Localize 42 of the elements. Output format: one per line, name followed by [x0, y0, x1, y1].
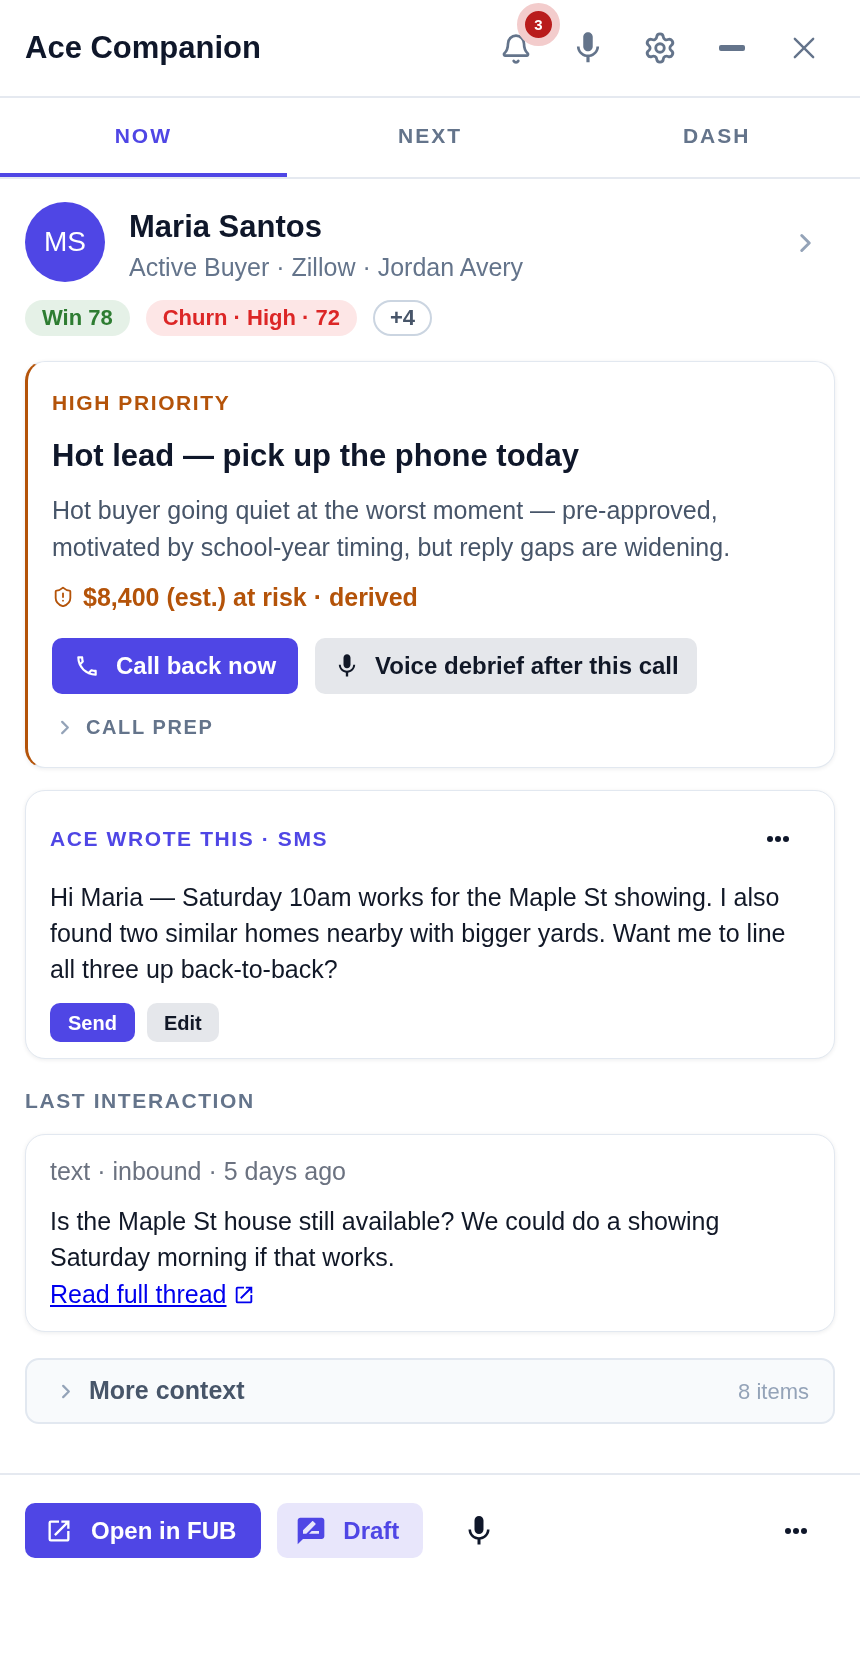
notification-badge: 3	[517, 3, 560, 46]
call-prep-toggle[interactable]: CALL PREP	[52, 713, 214, 741]
win-score-tag: Win 78	[25, 300, 130, 336]
draft-button[interactable]: Draft	[277, 1503, 424, 1558]
open-in-fub-button[interactable]: Open in FUB	[25, 1503, 262, 1558]
edit-button[interactable]: Edit	[146, 1003, 219, 1042]
send-button[interactable]: Send	[50, 1003, 135, 1042]
app-title: Ace Companion	[25, 29, 261, 67]
interaction-meta: text · inbound · 5 days ago	[50, 1156, 347, 1187]
churn-score-tag: Churn · High · 72	[145, 300, 357, 336]
interaction-message: Is the Maple St house still available? We could do a showing Saturday morning if that works.	[50, 1206, 721, 1273]
voice-debrief-button[interactable]: Voice debrief after this call	[315, 638, 697, 694]
more-context-toggle[interactable]: More context 8 items	[25, 1358, 835, 1424]
risk-amount: $8,400 (est.) at risk · derived	[83, 582, 418, 612]
call-back-button[interactable]: Call back now	[52, 638, 299, 694]
avatar: MS	[25, 202, 105, 282]
draft-label: ACE WROTE THIS · SMS	[50, 826, 329, 852]
contact-name: Maria Santos	[129, 209, 322, 245]
ellipsis-icon	[785, 1527, 807, 1534]
close-icon	[793, 37, 815, 59]
ellipsis-icon	[767, 836, 789, 842]
notifications-button[interactable]: 3	[500, 3, 560, 65]
item-count: 8 items	[738, 1377, 809, 1406]
chevron-right-icon	[60, 719, 70, 735]
settings-icon	[643, 31, 677, 65]
bell-icon	[500, 33, 532, 65]
more-tags-button[interactable]: +4	[372, 300, 433, 336]
minus-icon	[719, 45, 745, 51]
shield-alert-icon	[52, 586, 74, 608]
tab[interactable]: NOW	[0, 98, 287, 177]
priority-description: Hot buyer going quiet at the worst moment — pre-approved, motivated by school-year timing, but reply gaps are widening.	[52, 495, 732, 563]
phone-icon	[74, 653, 100, 679]
draft-message-text: Hi Maria — Saturday 10am works for the Maple St showing. I also found two similar homes nearby with bigger yards. Want me to line all three up back-to-back?	[50, 882, 787, 985]
chevron-right-icon	[61, 1383, 71, 1399]
chevron-right-icon	[798, 232, 812, 253]
priority-title: Hot lead — pick up the phone today	[52, 437, 580, 475]
section-heading: LAST INTERACTION	[25, 1088, 255, 1114]
tab[interactable]: NEXT	[286, 98, 574, 177]
priority-label: HIGH PRIORITY	[52, 390, 231, 416]
read-thread-link[interactable]: Read full thread	[50, 1278, 255, 1312]
tab[interactable]: DASH	[573, 98, 860, 177]
contact-details: Active Buyer · Zillow · Jordan Avery	[129, 252, 524, 283]
